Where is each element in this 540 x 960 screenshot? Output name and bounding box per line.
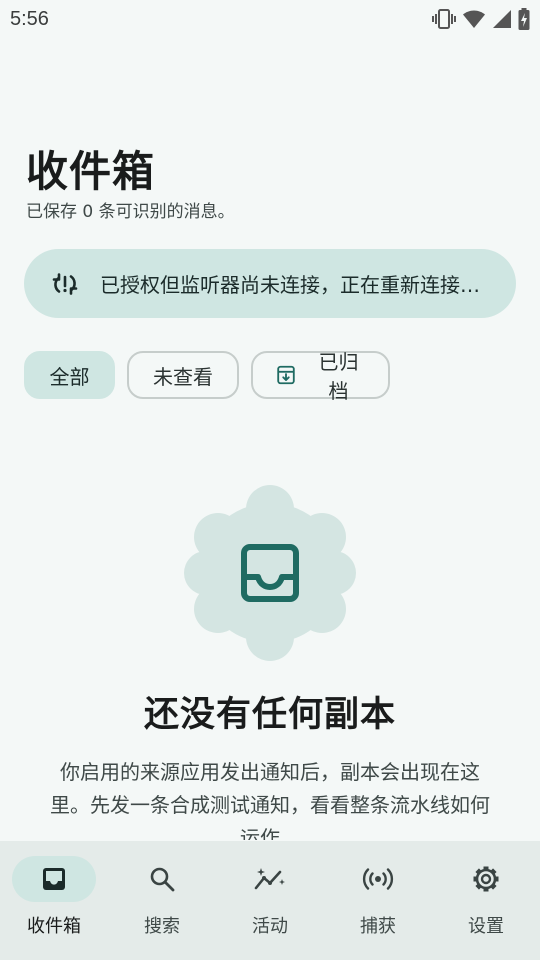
listener-status-banner[interactable]: 已授权但监听器尚未连接，正在重新连接… [24, 249, 516, 318]
page-title: 收件箱 [26, 147, 156, 196]
filter-chips: 全部 未查看 已归档 [24, 351, 390, 403]
filter-chip-archived[interactable]: 已归档 [251, 351, 390, 403]
battery-charging-icon [518, 8, 530, 30]
filter-chip-all[interactable]: 全部 [24, 351, 115, 399]
nav-indicator [444, 856, 528, 902]
status-time: 5:56 [10, 7, 49, 30]
nav-indicator [228, 856, 312, 902]
nav-item-capture[interactable]: 捕获 [324, 841, 432, 960]
bottom-navigation: 收件箱 搜索 活动 捕获 设置 [0, 841, 540, 960]
page-subtitle: 已保存 0 条可识别的消息。 [26, 202, 235, 222]
nav-item-activity[interactable]: 活动 [216, 841, 324, 960]
nav-indicator [12, 856, 96, 902]
nav-label: 捕获 [360, 916, 396, 937]
signal-icon [493, 10, 511, 28]
archive-icon [277, 365, 295, 385]
inbox-icon [43, 868, 65, 890]
capture-icon [362, 868, 394, 890]
status-bar: 5:56 [0, 0, 540, 38]
wifi-icon [463, 10, 485, 28]
vibrate-icon [432, 9, 456, 29]
nav-item-search[interactable]: 搜索 [108, 841, 216, 960]
nav-indicator [120, 856, 204, 902]
nav-item-settings[interactable]: 设置 [432, 841, 540, 960]
empty-state-description: 你启用的来源应用发出通知后，副本会出现在这里。先发一条合成测试通知，看看整条流水… [50, 760, 490, 840]
sync-alert-icon [52, 272, 78, 295]
nav-label: 搜索 [144, 916, 180, 937]
nav-label: 活动 [252, 916, 288, 937]
chip-label: 全部 [49, 366, 90, 389]
nav-label: 收件箱 [27, 916, 81, 937]
filter-chip-unviewed[interactable]: 未查看 [127, 351, 239, 399]
empty-state-title: 还没有任何副本 [143, 695, 396, 735]
search-icon [150, 867, 175, 892]
status-icons [432, 8, 530, 30]
chip-label: 已归档 [318, 352, 359, 403]
gear-icon [473, 866, 499, 892]
activity-icon [254, 868, 285, 890]
nav-label: 设置 [468, 916, 504, 937]
empty-inbox-badge [184, 485, 356, 661]
banner-text: 已授权但监听器尚未连接，正在重新连接… [100, 273, 480, 297]
chip-label: 未查看 [153, 366, 213, 389]
nav-indicator [336, 856, 420, 902]
nav-item-inbox[interactable]: 收件箱 [0, 841, 108, 960]
